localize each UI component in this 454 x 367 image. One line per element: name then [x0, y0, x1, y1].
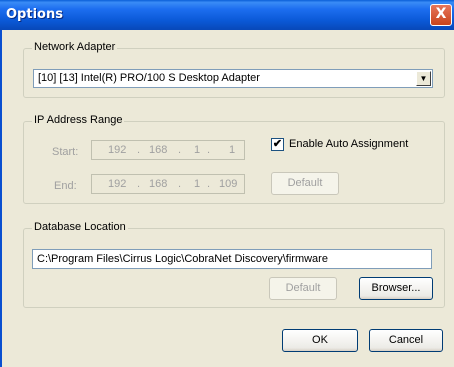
database-default-button[interactable]: Default — [269, 277, 337, 300]
title-bar[interactable]: Options X — [0, 0, 454, 30]
start-ip-octet-4: 1 — [229, 144, 236, 156]
database-path-field[interactable]: C:\Program Files\Cirrus Logic\CobraNet D… — [32, 249, 432, 269]
close-button[interactable]: X — [430, 4, 452, 26]
start-ip-octet-2: 168 — [149, 144, 168, 156]
cancel-button[interactable]: Cancel — [369, 329, 443, 352]
end-ip-octet-2: 168 — [149, 178, 168, 190]
end-label: End: — [54, 180, 77, 192]
start-ip-field[interactable]: 192 . 168 . 1 . 1 — [91, 140, 245, 160]
network-adapter-legend: Network Adapter — [32, 41, 118, 53]
database-location-legend: Database Location — [32, 221, 128, 233]
dialog-title: Options — [6, 7, 63, 22]
options-dialog: Options X Network Adapter [10] [13] Inte… — [0, 0, 454, 367]
chevron-down-icon[interactable]: ▼ — [416, 71, 431, 86]
start-ip-octet-3: 1 — [194, 144, 201, 156]
check-icon: ✔ — [272, 138, 283, 150]
start-ip-octet-1: 192 — [108, 144, 127, 156]
start-label: Start: — [52, 146, 79, 158]
ok-button[interactable]: OK — [282, 329, 358, 352]
auto-assign-checkbox[interactable]: ✔ — [271, 138, 284, 151]
browser-button[interactable]: Browser... — [359, 277, 433, 300]
window-border — [0, 30, 2, 367]
ip-range-group: IP Address Range Start: 192 . 168 . 1 . … — [23, 114, 445, 204]
end-ip-field[interactable]: 192 . 168 . 1 . 109 — [91, 174, 245, 194]
ip-range-legend: IP Address Range — [32, 114, 125, 126]
network-adapter-group: Network Adapter [10] [13] Intel(R) PRO/1… — [23, 41, 445, 98]
end-ip-octet-4: 109 — [219, 178, 238, 190]
network-adapter-selected: [10] [13] Intel(R) PRO/100 S Desktop Ada… — [38, 72, 260, 84]
close-icon: X — [435, 6, 447, 22]
end-ip-octet-1: 192 — [108, 178, 127, 190]
auto-assign-label[interactable]: Enable Auto Assignment — [289, 138, 408, 150]
database-path-value: C:\Program Files\Cirrus Logic\CobraNet D… — [37, 253, 328, 265]
ip-default-button[interactable]: Default — [271, 172, 339, 195]
network-adapter-dropdown[interactable]: [10] [13] Intel(R) PRO/100 S Desktop Ada… — [33, 69, 433, 88]
database-location-group: Database Location C:\Program Files\Cirru… — [23, 221, 445, 308]
end-ip-octet-3: 1 — [194, 178, 201, 190]
